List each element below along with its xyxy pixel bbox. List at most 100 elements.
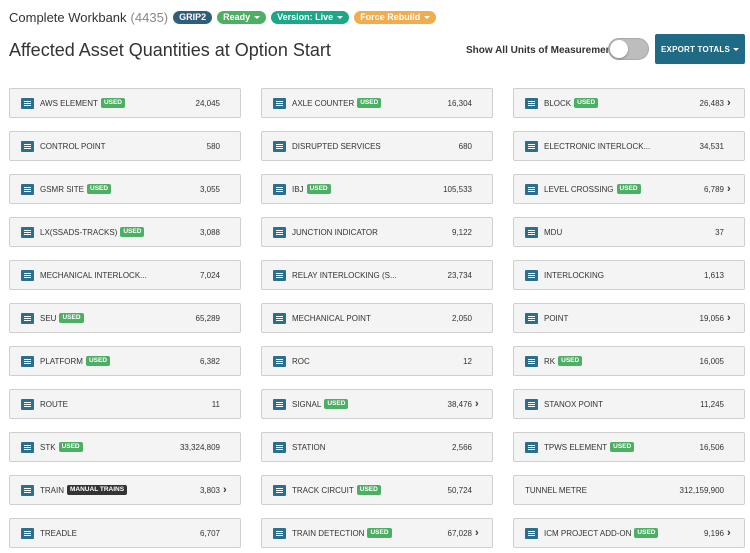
asset-card[interactable]: TRAIN DETECTION USED 67,028 ›: [261, 518, 493, 548]
asset-card[interactable]: MECHANICAL POINT 2,050: [261, 303, 493, 333]
list-icon: [525, 527, 538, 539]
asset-card[interactable]: ROUTE 11: [9, 389, 241, 419]
chevron-right-icon[interactable]: ›: [475, 399, 483, 410]
asset-card[interactable]: TRACK CIRCUIT USED 50,724: [261, 475, 493, 505]
asset-card[interactable]: RELAY INTERLOCKING (S... 23,734: [261, 260, 493, 290]
asset-quantity: 34,531: [699, 141, 724, 151]
asset-quantity: 9,122: [451, 227, 472, 237]
used-badge: USED: [610, 442, 635, 452]
export-totals-button[interactable]: EXPORT TOTALS: [655, 34, 745, 64]
asset-card[interactable]: TRAIN MANUAL TRAINS 3,803 ›: [9, 475, 241, 505]
asset-name: MECHANICAL INTERLOCK...: [40, 270, 147, 280]
caret-down-icon: [424, 15, 431, 19]
list-icon: [525, 269, 538, 281]
asset-quantity: 16,005: [699, 356, 724, 366]
status-dropdown[interactable]: Ready: [217, 10, 267, 24]
list-icon: [273, 484, 286, 496]
asset-card[interactable]: JUNCTION INDICATOR 9,122: [261, 217, 493, 247]
asset-card[interactable]: PLATFORM USED 6,382: [9, 346, 241, 376]
asset-quantity: 23,734: [447, 270, 472, 280]
asset-card[interactable]: AWS ELEMENT USED 24,045: [9, 88, 241, 118]
asset-quantity: 6,382: [199, 356, 220, 366]
asset-quantity: 50,724: [447, 485, 472, 495]
asset-quantity: 105,533: [443, 184, 472, 194]
force-rebuild-label: Force Rebuild: [360, 12, 421, 22]
asset-quantity: 19,056: [699, 313, 724, 323]
asset-name: IBJ: [292, 184, 304, 194]
list-icon: [273, 355, 286, 367]
asset-card[interactable]: SIGNAL USED 38,476 ›: [261, 389, 493, 419]
used-badge: USED: [356, 485, 381, 495]
list-icon: [273, 441, 286, 453]
force-rebuild-dropdown[interactable]: Force Rebuild: [354, 10, 437, 24]
asset-card[interactable]: SEU USED 65,289: [9, 303, 241, 333]
asset-card[interactable]: STANOX POINT 11,245: [513, 389, 745, 419]
asset-name: AWS ELEMENT: [40, 98, 98, 108]
chevron-right-icon[interactable]: ›: [475, 528, 483, 539]
used-badge: USED: [367, 528, 392, 538]
version-dropdown-label: Version: Live: [277, 12, 334, 22]
asset-card[interactable]: TREADLE 6,707: [9, 518, 241, 548]
asset-quantity: 26,483: [699, 98, 724, 108]
asset-name: TRAIN: [40, 485, 64, 495]
asset-card[interactable]: INTERLOCKING 1,613: [513, 260, 745, 290]
asset-card[interactable]: MDU 37: [513, 217, 745, 247]
list-icon: [273, 97, 286, 109]
asset-quantity: 6,789: [703, 184, 724, 194]
asset-name: RK: [544, 356, 556, 366]
asset-name: STANOX POINT: [544, 399, 603, 409]
asset-card[interactable]: AXLE COUNTER USED 16,304: [261, 88, 493, 118]
asset-name: STATION: [292, 442, 326, 452]
chevron-right-icon[interactable]: ›: [727, 313, 735, 324]
asset-card[interactable]: BLOCK USED 26,483 ›: [513, 88, 745, 118]
used-badge: USED: [324, 399, 349, 409]
used-badge: USED: [120, 227, 145, 237]
list-icon: [273, 140, 286, 152]
asset-card[interactable]: MECHANICAL INTERLOCK... 7,024: [9, 260, 241, 290]
uom-toggle[interactable]: [608, 38, 649, 60]
asset-name: SIGNAL: [292, 399, 322, 409]
asset-quantity: 11: [211, 399, 220, 409]
toggle-knob: [610, 40, 628, 58]
list-icon: [273, 398, 286, 410]
asset-name: BLOCK: [544, 98, 572, 108]
asset-name: ICM PROJECT ADD-ON: [544, 528, 632, 538]
asset-quantity: 12: [463, 356, 472, 366]
workbank-header: Complete Workbank (4435) GRIP2 Ready Ver…: [9, 8, 441, 26]
used-badge: USED: [58, 442, 83, 452]
asset-quantity: 9,196: [703, 528, 724, 538]
asset-name: TREADLE: [40, 528, 77, 538]
list-icon: [21, 183, 34, 195]
asset-name: ELECTRONIC INTERLOCK...: [544, 141, 651, 151]
asset-card[interactable]: POINT 19,056 ›: [513, 303, 745, 333]
asset-card[interactable]: IBJ USED 105,533: [261, 174, 493, 204]
chevron-right-icon[interactable]: ›: [727, 184, 735, 195]
asset-card[interactable]: DISRUPTED SERVICES 680: [261, 131, 493, 161]
asset-card[interactable]: RK USED 16,005: [513, 346, 745, 376]
asset-card[interactable]: STATION 2,566: [261, 432, 493, 462]
asset-card[interactable]: GSMR SITE USED 3,055: [9, 174, 241, 204]
list-icon: [21, 269, 34, 281]
chevron-right-icon[interactable]: ›: [223, 485, 231, 496]
asset-card[interactable]: STK USED 33,324,809: [9, 432, 241, 462]
asset-card[interactable]: TPWS ELEMENT USED 16,506: [513, 432, 745, 462]
chevron-right-icon[interactable]: ›: [727, 528, 735, 539]
asset-card[interactable]: ELECTRONIC INTERLOCK... 34,531: [513, 131, 745, 161]
asset-card[interactable]: LEVEL CROSSING USED 6,789 ›: [513, 174, 745, 204]
asset-quantity: 580: [206, 141, 220, 151]
asset-card[interactable]: CONTROL POINT 580: [9, 131, 241, 161]
asset-card[interactable]: ICM PROJECT ADD-ON USED 9,196 ›: [513, 518, 745, 548]
asset-quantity: 16,304: [447, 98, 472, 108]
asset-card[interactable]: TUNNEL METRE 312,159,900: [513, 475, 745, 505]
status-dropdown-label: Ready: [223, 12, 251, 22]
list-icon: [21, 398, 34, 410]
used-badge: USED: [306, 184, 331, 194]
asset-card[interactable]: LX(SSADS-TRACKS) USED 3,088: [9, 217, 241, 247]
list-icon: [21, 97, 34, 109]
list-icon: [21, 355, 34, 367]
asset-quantity: 7,024: [199, 270, 220, 280]
version-dropdown[interactable]: Version: Live: [271, 10, 350, 24]
chevron-right-icon[interactable]: ›: [727, 98, 735, 109]
list-icon: [525, 183, 538, 195]
asset-card[interactable]: ROC 12: [261, 346, 493, 376]
